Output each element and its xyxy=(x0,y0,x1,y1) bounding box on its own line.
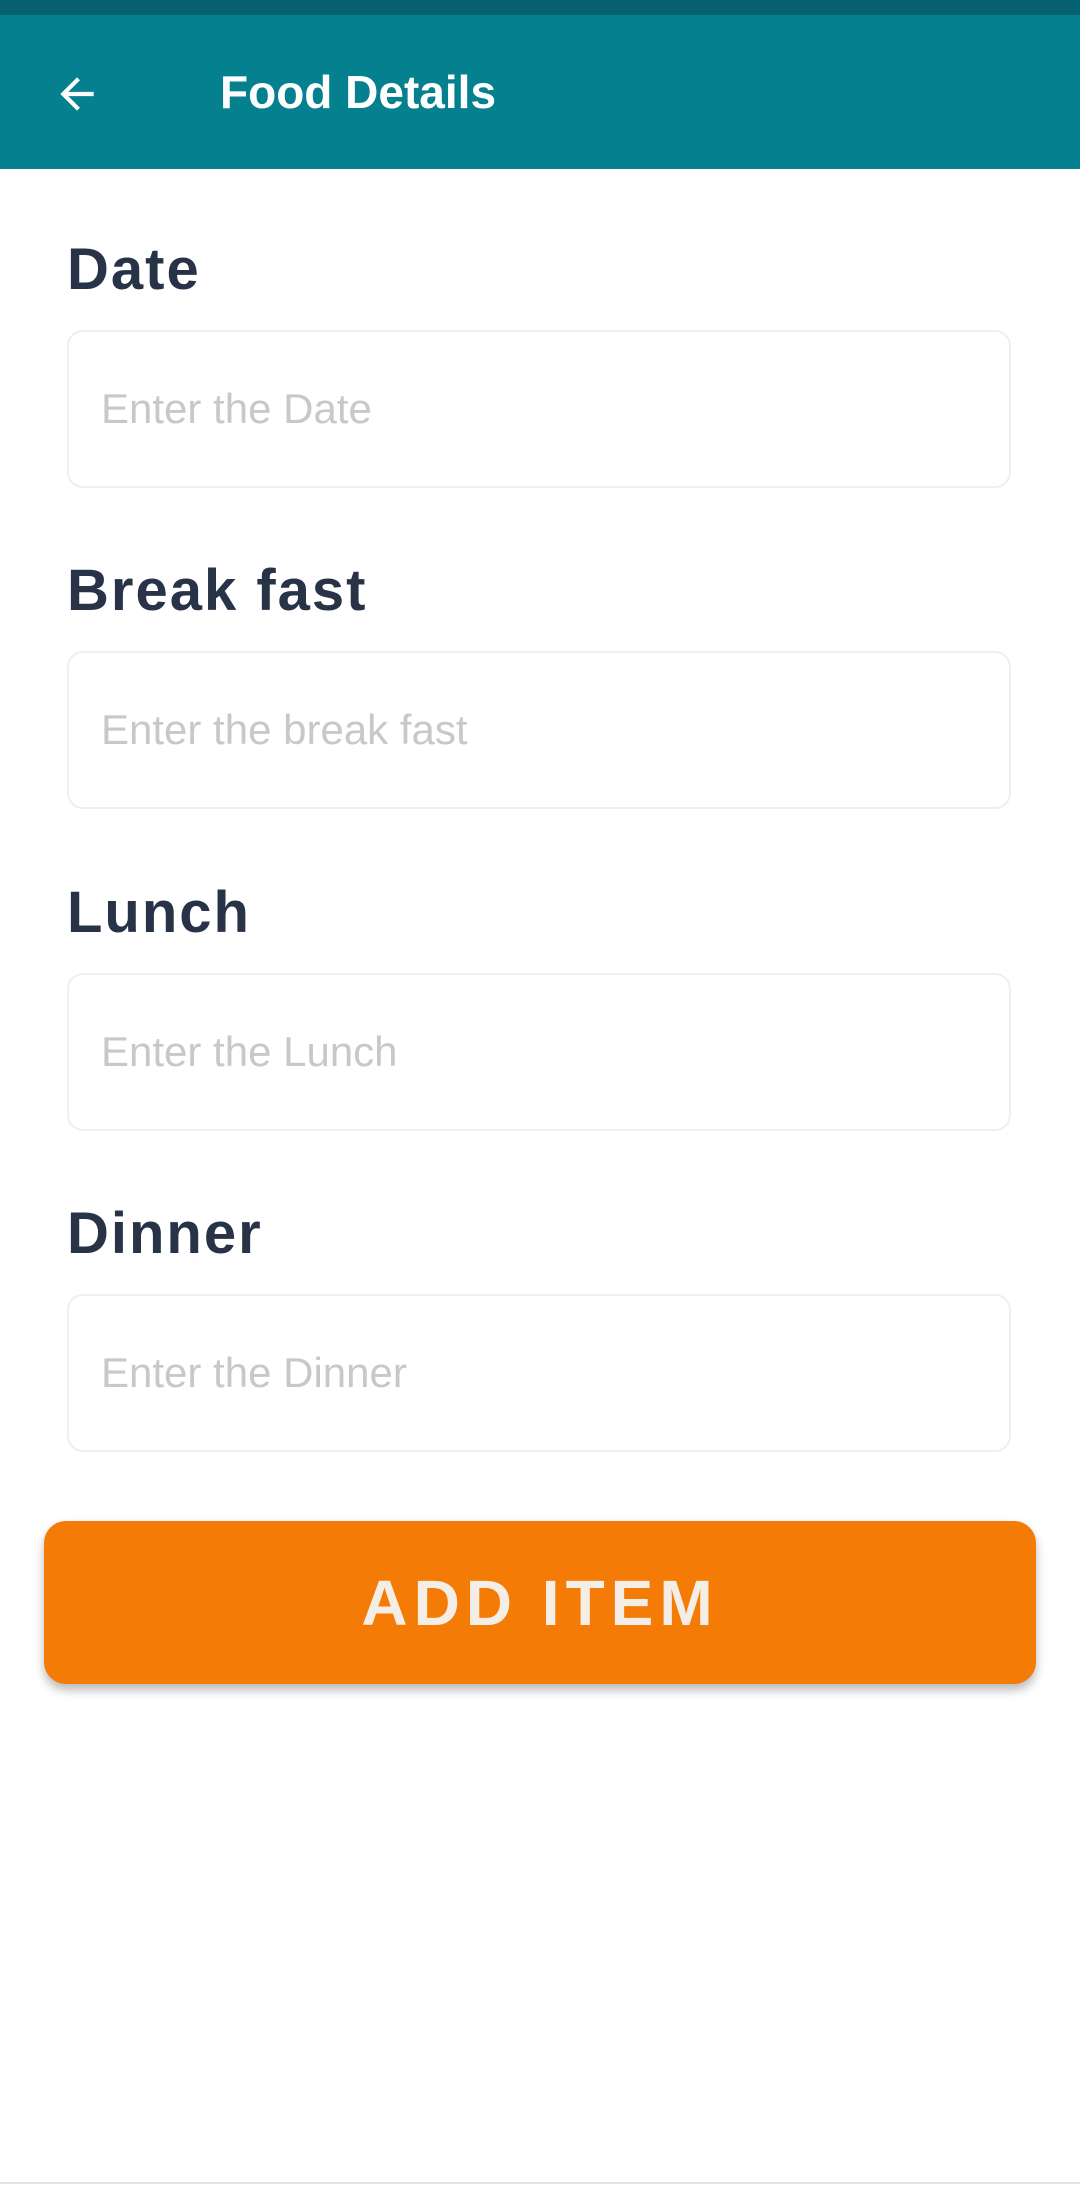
breakfast-input[interactable] xyxy=(67,651,1011,809)
date-input[interactable] xyxy=(67,330,1011,488)
dinner-label: Dinner xyxy=(67,1201,263,1266)
status-bar xyxy=(0,0,1080,15)
add-item-button[interactable]: ADD ITEM xyxy=(44,1521,1036,1684)
page-title: Food Details xyxy=(220,66,497,118)
date-label: Date xyxy=(67,237,201,302)
app-bar: Food Details xyxy=(0,15,1080,169)
breakfast-label: Break fast xyxy=(67,558,368,623)
lunch-input[interactable] xyxy=(67,973,1011,1131)
lunch-label: Lunch xyxy=(67,880,251,945)
back-button[interactable] xyxy=(40,57,114,131)
dinner-input[interactable] xyxy=(67,1294,1011,1452)
divider xyxy=(0,2182,1080,2184)
arrow-left-icon xyxy=(60,77,94,111)
